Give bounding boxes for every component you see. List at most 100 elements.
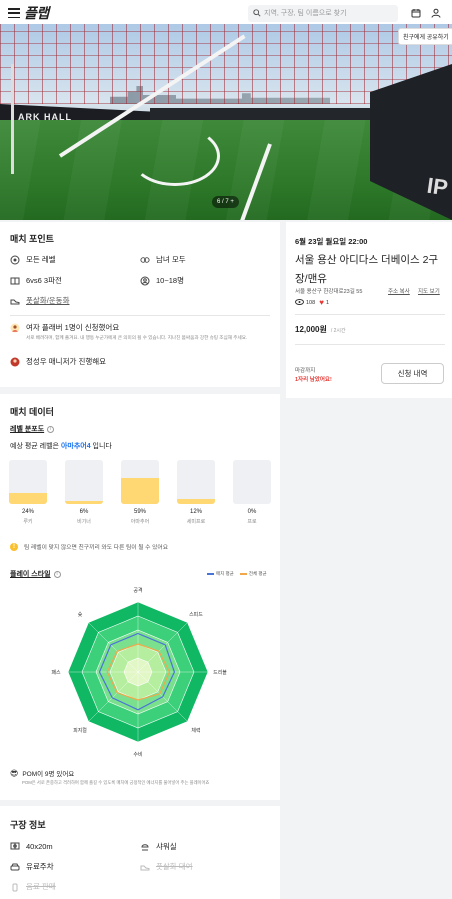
sunglasses-emoji-icon: 😎 <box>10 768 19 778</box>
info-icon[interactable]: i <box>47 425 55 433</box>
copy-address-link[interactable]: 주소 복사 <box>388 287 410 295</box>
view-count: 108 <box>306 299 316 306</box>
section-title: 구장 정보 <box>10 820 46 830</box>
share-tooltip[interactable]: 친구에게 공유하기 <box>398 28 452 45</box>
wall-text-right: IP <box>425 172 450 201</box>
match-point-panel: 매치 포인트 모든 레벨 남녀 모두 6vs6 3파전 10~18명 풋살화/운… <box>0 222 280 387</box>
level-bar-percent: 59% <box>133 509 146 515</box>
level-bar-0: 24% 루키 <box>9 460 47 525</box>
search-icon <box>253 9 261 17</box>
play-style-title[interactable]: 플레이 스타일 i <box>10 569 61 579</box>
level-icon <box>10 255 20 265</box>
level-bar-track <box>177 460 215 504</box>
search-input[interactable]: 지역, 구장, 팀 이름으로 찾기 <box>248 4 398 22</box>
search-placeholder: 지역, 구장, 팀 이름으로 찾기 <box>264 10 347 17</box>
match-info-panel: 6월 23일 월요일 22:00 서울 용산 아디다스 더베이스 2구장/맨유 … <box>286 222 452 398</box>
shoes-item: 풋살화/운동화 <box>10 295 69 306</box>
radar-axis-label: 피지컬 <box>73 727 87 734</box>
radar-axis-label: 스피드 <box>189 611 203 618</box>
match-date: 6월 23일 월요일 22:00 <box>295 237 368 246</box>
stadium-shower: 샤워실 <box>140 841 177 852</box>
players-item: 10~18명 <box>140 275 184 286</box>
shoe-icon <box>10 296 20 306</box>
match-format-item: 6vs6 3파전 <box>10 275 62 286</box>
play-style-radar: 공격스피드드리블체력수비 피지컬 패스 슛 <box>51 587 227 758</box>
level-bar-fill <box>177 499 215 504</box>
radar-axis-label: 드리블 <box>213 669 227 676</box>
deadline-label: 마감까지 <box>295 368 316 374</box>
view-icon <box>295 298 304 307</box>
level-bar-label: 프로 <box>247 519 257 525</box>
level-bar-percent: 6% <box>79 509 89 515</box>
level-bar-fill <box>65 501 103 504</box>
level-bar-label: 세미프로 <box>186 519 206 525</box>
female-player-icon <box>10 323 20 333</box>
level-distribution-title[interactable]: 레벨 분포도 i <box>10 424 55 434</box>
pom-row: 😎 POM이 9명 있어요 <box>10 768 75 779</box>
level-item: 모든 레벨 <box>10 254 56 265</box>
view-map-link[interactable]: 지도 보기 <box>418 287 440 295</box>
level-bar-track <box>121 460 159 504</box>
user-icon[interactable] <box>428 5 444 21</box>
level-bar-3: 12% 세미프로 <box>177 460 215 525</box>
level-bar-percent: 24% <box>21 509 34 515</box>
level-bar-percent: 0% <box>247 509 257 515</box>
apply-history-button[interactable]: 신청 내역 <box>381 363 444 384</box>
stadium-shoes-rental: 풋살화 대여 <box>140 861 193 872</box>
level-bar-percent: 12% <box>189 509 202 515</box>
level-bar-track <box>233 460 271 504</box>
radar-axis-label: 수비 <box>133 751 142 758</box>
top-header: 플랩 지역, 구장, 팀 이름으로 찾기 <box>0 0 452 26</box>
radar-legend: 매치 평균 전체 평균 <box>207 571 267 577</box>
level-bar-track <box>65 460 103 504</box>
logo[interactable]: 플랩 <box>24 3 49 23</box>
like-count: 1 <box>325 299 329 306</box>
info-icon[interactable]: i <box>53 570 61 578</box>
level-bar-4: 0% 프로 <box>233 460 271 525</box>
level-tip: ! 팀 레벨이 맞지 않으면 친구끼리 와도 다른 팀이 될 수 있어요 <box>10 542 168 551</box>
field-size-icon <box>10 841 20 851</box>
warning-icon: ! <box>10 542 18 551</box>
stadium-info-panel: 구장 정보 40x20m 샤워실 유료주차 풋살화 대여 음료 판매 <box>0 806 280 899</box>
stadium-drinks: 음료 판매 <box>10 881 56 892</box>
level-summary: 예상 평균 레벨은 아마추어4 입니다 <box>10 443 112 450</box>
level-bar-label: 비기너 <box>77 519 91 525</box>
car-icon <box>10 862 20 872</box>
manager-notice: 정성우 매니저가 진행해요 <box>10 356 106 367</box>
stats-row: 108 ♥ 1 <box>295 298 329 307</box>
legend-match: 매치 평균 <box>216 571 234 576</box>
drink-icon <box>10 882 20 892</box>
shoe-icon <box>140 862 150 872</box>
deadline-value: 1자리 남았어요! <box>295 377 332 383</box>
calendar-icon[interactable] <box>408 5 424 21</box>
gender-item: 남녀 모두 <box>140 254 186 265</box>
level-bar-fill <box>9 493 47 504</box>
menu-icon[interactable] <box>8 8 20 18</box>
radar-axis-label: 체력 <box>191 727 200 734</box>
heart-icon[interactable]: ♥ <box>319 298 324 307</box>
price-row: 12,000원 / 2시간 <box>295 324 346 335</box>
legend-all: 전체 평균 <box>248 571 267 576</box>
level-bar-2: 59% 아마추어 <box>121 460 159 525</box>
level-bar-label: 아마추어 <box>130 519 150 525</box>
female-notice-sub: 서로 배려하며, 함께 즐겨요. 내 행동 누군가에게 큰 의미의 될 수 있습… <box>26 335 248 340</box>
stadium-size: 40x20m <box>10 841 53 851</box>
price-unit: / 2시간 <box>330 328 346 334</box>
match-title: 서울 용산 아디다스 더베이스 2구장/맨유 <box>295 254 439 285</box>
stadium-photo[interactable]: ARK HALL IP <box>0 24 452 220</box>
players-icon <box>140 276 150 286</box>
stadium-parking: 유료주차 <box>10 861 54 872</box>
section-title: 매치 포인트 <box>10 234 54 244</box>
level-bar-fill <box>121 478 159 504</box>
photo-pager[interactable]: 6 / 7 + <box>212 196 239 208</box>
match-format-icon <box>10 276 20 286</box>
shower-icon <box>140 842 150 852</box>
match-address: 서울 용산구 한강대로23길 55 <box>295 289 363 295</box>
pom-sub: POM은 서로 존중하고 격려하며 함께 즐길 수 있도록 매치에 긍정적인 에… <box>22 780 210 785</box>
section-title: 매치 데이터 <box>10 407 54 417</box>
radar-axis-label: 슛 <box>78 611 83 618</box>
level-bar-1: 6% 비기너 <box>65 460 103 525</box>
radar-axis-label: 패스 <box>51 669 61 676</box>
level-bar-track <box>9 460 47 504</box>
gender-icon <box>140 255 150 265</box>
